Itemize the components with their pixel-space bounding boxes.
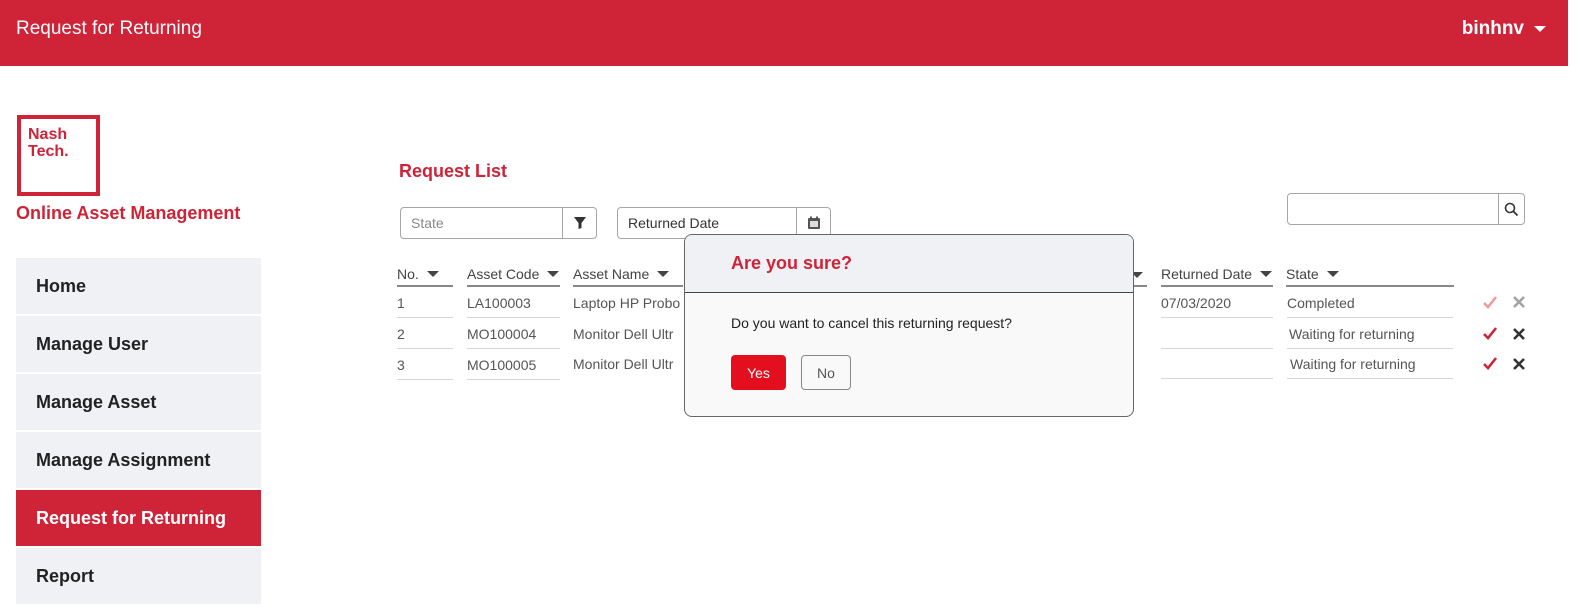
sidebar-item-home[interactable]: Home (16, 258, 261, 314)
filter-icon[interactable] (562, 208, 596, 238)
sort-icon (1326, 271, 1339, 277)
sidebar-nav: Home Manage User Manage Asset Manage Ass… (16, 258, 261, 606)
row-divider (467, 379, 560, 380)
row-divider (1161, 317, 1273, 318)
user-menu[interactable]: binhnv (1462, 18, 1546, 40)
sidebar-item-request-for-returning[interactable]: Request for Returning (16, 490, 261, 546)
table-cell-asset-name: Laptop HP Probo (573, 295, 681, 311)
state-filter-label: State (411, 215, 444, 231)
sidebar-item-manage-asset[interactable]: Manage Asset (16, 374, 261, 430)
check-icon[interactable] (1482, 325, 1498, 341)
confirm-dialog: Are you sure? Do you want to cancel this… (684, 234, 1134, 417)
header-underline (1133, 285, 1147, 287)
dialog-header: Are you sure? (685, 235, 1133, 293)
header-underline (1161, 285, 1273, 287)
sidebar-item-manage-user[interactable]: Manage User (16, 316, 261, 372)
state-filter[interactable]: State (400, 207, 597, 239)
header-underline (397, 285, 453, 287)
table-cell-returned-date: 07/03/2020 (1161, 295, 1232, 311)
username: binhnv (1461, 18, 1524, 39)
sort-icon (1260, 271, 1273, 277)
column-header-asset-code[interactable]: Asset Code (467, 266, 560, 282)
header-underline (1286, 285, 1454, 287)
close-icon[interactable] (1512, 295, 1528, 311)
row-divider (1287, 378, 1453, 379)
table-cell-no: 2 (397, 326, 405, 342)
search-icon[interactable] (1498, 194, 1524, 224)
row-divider (397, 317, 453, 318)
table-cell-state: Waiting for returning (1290, 356, 1416, 372)
row-divider (1287, 317, 1453, 318)
table-cell-asset-name: Monitor Dell Ultr (573, 326, 674, 342)
nashtech-logo: Nash Tech. (17, 115, 100, 196)
returned-date-filter-label: Returned Date (628, 215, 720, 231)
table-cell-asset-code: LA100003 (467, 295, 531, 311)
row-divider (397, 348, 453, 349)
no-button[interactable]: No (801, 355, 851, 390)
table-cell-asset-code: MO100004 (467, 326, 537, 342)
table-cell-state: Waiting for returning (1289, 326, 1415, 342)
check-icon[interactable] (1482, 355, 1498, 371)
table-cell-state: Completed (1287, 295, 1355, 311)
check-icon[interactable] (1482, 294, 1498, 310)
sort-icon (426, 271, 439, 277)
row-divider (1161, 348, 1273, 349)
row-divider (397, 379, 453, 380)
column-header-returned-date[interactable]: Returned Date (1161, 266, 1273, 282)
sidebar-item-report[interactable]: Report (16, 548, 261, 604)
top-bar: Request for Returning binhnv (0, 0, 1568, 66)
column-header-asset-name[interactable]: Asset Name (573, 266, 670, 282)
header-underline (573, 285, 683, 287)
dialog-message: Do you want to cancel this returning req… (731, 315, 1012, 331)
sidebar-item-manage-assignment[interactable]: Manage Assignment (16, 432, 261, 488)
row-divider (1287, 348, 1453, 349)
section-title: Request List (399, 161, 508, 181)
close-icon[interactable] (1512, 327, 1528, 343)
table-cell-asset-name: Monitor Dell Ultr (573, 356, 674, 372)
row-divider (467, 317, 560, 318)
table-cell-asset-code: MO100005 (467, 357, 537, 373)
yes-button[interactable]: Yes (731, 355, 786, 390)
search-box (1287, 193, 1525, 225)
column-header-state[interactable]: State (1286, 266, 1339, 282)
table-cell-no: 1 (397, 295, 405, 311)
sort-icon (657, 271, 670, 277)
column-header-no[interactable]: No. (397, 266, 439, 282)
sort-icon (547, 271, 560, 277)
app-name: Online Asset Management (16, 203, 241, 223)
row-divider (1161, 378, 1273, 379)
close-icon[interactable] (1512, 357, 1528, 373)
table-cell-no: 3 (397, 357, 405, 373)
chevron-down-icon (1534, 26, 1546, 32)
header-underline (467, 285, 560, 287)
dialog-title: Are you sure? (731, 253, 853, 273)
row-divider (467, 348, 560, 349)
search-input[interactable] (1288, 194, 1498, 224)
page-title: Request for Returning (16, 18, 202, 39)
